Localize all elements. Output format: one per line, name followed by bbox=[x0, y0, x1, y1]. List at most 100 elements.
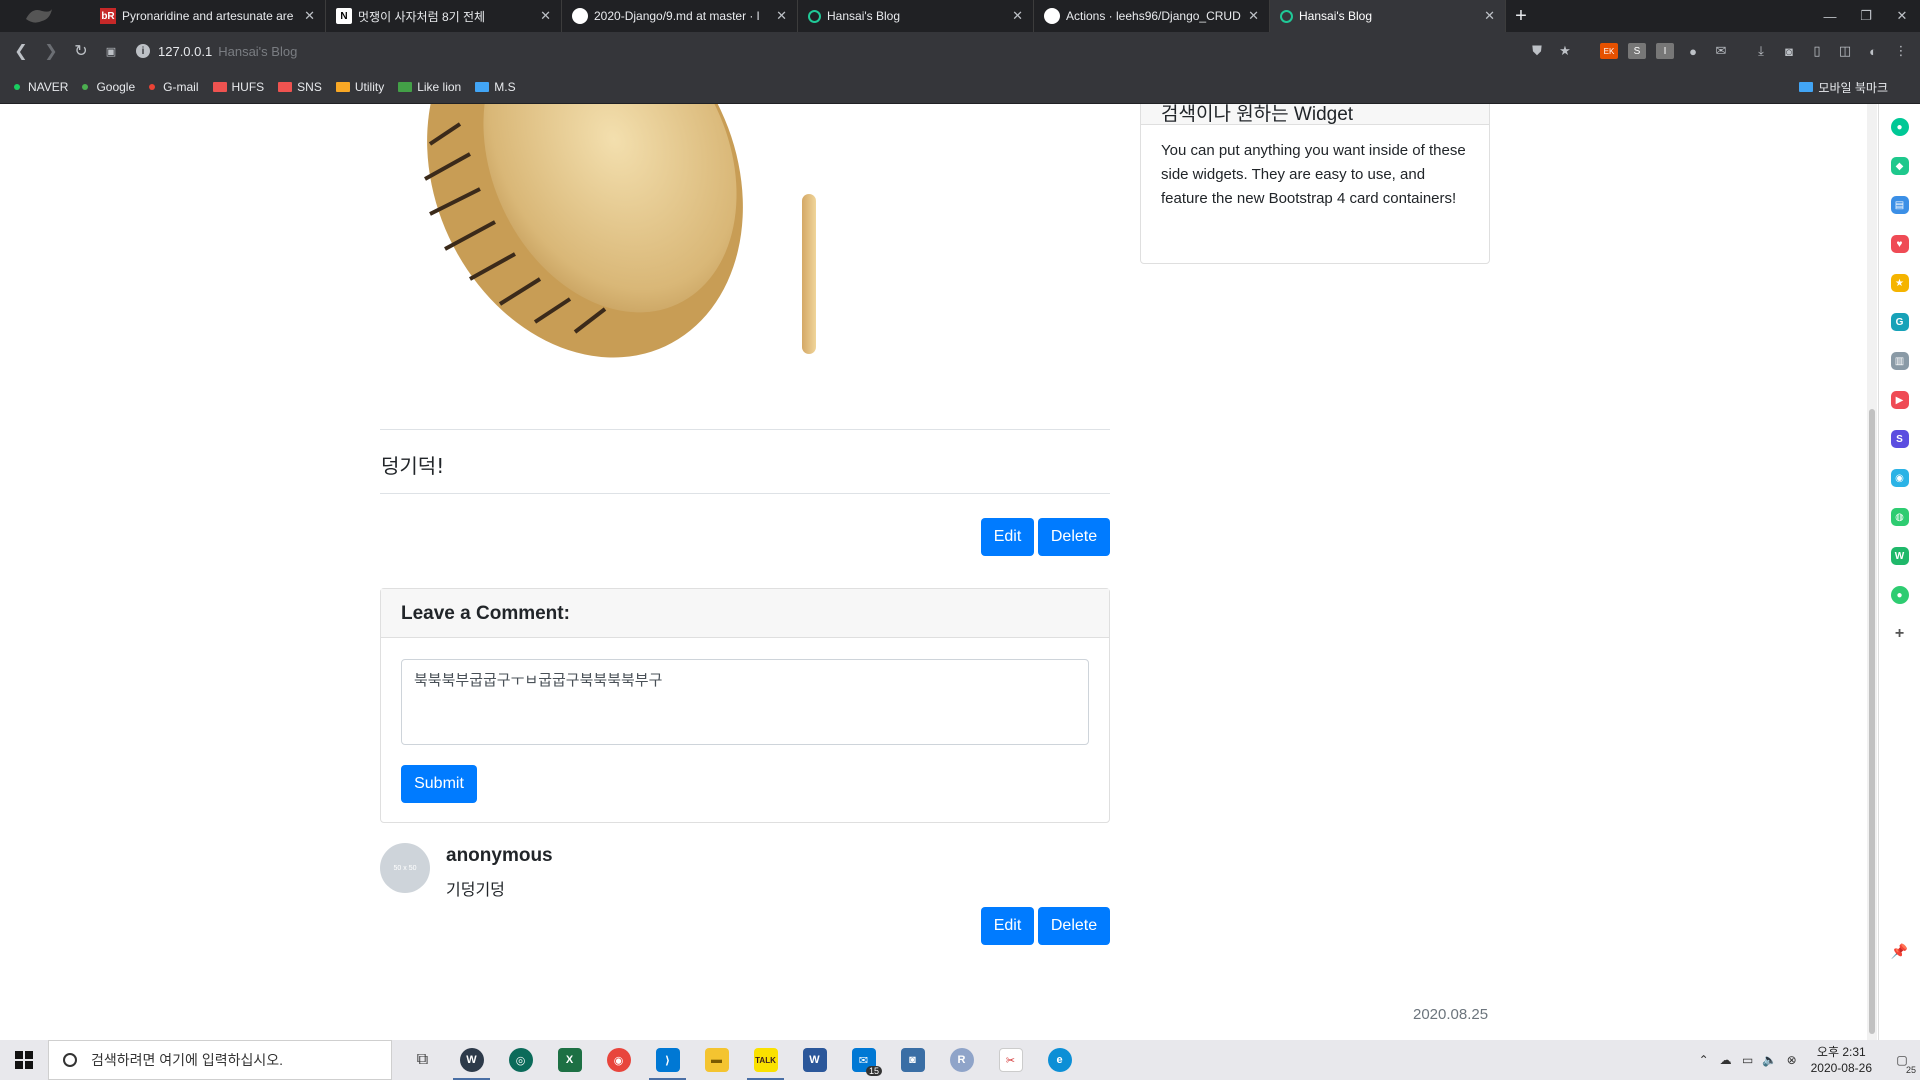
tab-3[interactable]: Hansai's Blog ✕ bbox=[798, 0, 1034, 32]
battery-icon[interactable]: ▭ bbox=[1737, 1053, 1759, 1067]
camera-icon[interactable]: ◙ bbox=[1780, 43, 1798, 59]
tab-0[interactable]: bR Pyronaridine and artesunate are ✕ bbox=[90, 0, 326, 32]
network-icon[interactable]: ⊗ bbox=[1781, 1053, 1803, 1067]
chat-icon[interactable]: ◉ bbox=[1890, 469, 1909, 487]
divider bbox=[380, 493, 1110, 494]
minimize-icon[interactable]: — bbox=[1812, 0, 1848, 32]
tab-2[interactable]: 2020-Django/9.md at master · l ✕ bbox=[562, 0, 798, 32]
reader-icon[interactable]: ▯ bbox=[1808, 43, 1826, 59]
excel-app-icon[interactable]: X bbox=[545, 1040, 594, 1080]
close-icon[interactable]: ✕ bbox=[1484, 8, 1495, 24]
comment-edit-button[interactable]: Edit bbox=[981, 907, 1034, 945]
chevron-up-icon[interactable]: ⌃ bbox=[1693, 1053, 1715, 1067]
onedrive-icon[interactable]: ☁ bbox=[1715, 1053, 1737, 1067]
bookmark-folder-utility[interactable]: Utility bbox=[335, 80, 384, 94]
profile-icon[interactable]: ◐ bbox=[1864, 43, 1882, 59]
bookmark-gmail[interactable]: G-mail bbox=[149, 80, 199, 94]
taskbar-search-input[interactable]: 검색하려면 여기에 입력하십시오. bbox=[48, 1040, 392, 1080]
close-icon[interactable]: ✕ bbox=[304, 8, 315, 24]
reload-icon[interactable]: ↻ bbox=[66, 41, 96, 61]
windows-start-icon[interactable] bbox=[0, 1040, 48, 1080]
tab-title: Hansai's Blog bbox=[827, 9, 900, 23]
tab-title: Actions · leehs96/Django_CRUD bbox=[1066, 9, 1241, 23]
vscode-app-icon[interactable]: ⟩ bbox=[643, 1040, 692, 1080]
notes-icon[interactable]: ▥ bbox=[1890, 352, 1909, 370]
extension-icon[interactable]: I bbox=[1656, 43, 1674, 59]
submit-button[interactable]: Submit bbox=[401, 765, 477, 803]
papago-icon[interactable]: ◍ bbox=[1890, 508, 1909, 526]
bookmark-google[interactable]: Google bbox=[82, 80, 135, 94]
post-image-drum bbox=[400, 104, 870, 372]
download-icon[interactable]: ⤓ bbox=[1752, 43, 1770, 59]
kakaotalk-app-icon[interactable]: TALK bbox=[741, 1040, 790, 1080]
pocket-icon[interactable]: ♥ bbox=[1890, 235, 1909, 253]
info-icon[interactable]: i bbox=[136, 44, 150, 58]
menu-icon[interactable]: ⋮ bbox=[1892, 43, 1910, 59]
file-explorer-app-icon[interactable]: ▬ bbox=[692, 1040, 741, 1080]
clock[interactable]: 오후 2:31 2020-08-26 bbox=[1811, 1044, 1872, 1076]
close-icon[interactable]: ✕ bbox=[1012, 8, 1023, 24]
mail-app-icon[interactable]: ✉ 15 bbox=[839, 1040, 888, 1080]
extension-icon[interactable]: ✉ bbox=[1712, 43, 1730, 59]
shield-icon[interactable]: ⛊ bbox=[1528, 43, 1546, 59]
extension-icon[interactable]: EK bbox=[1600, 43, 1618, 59]
tab-4[interactable]: Actions · leehs96/Django_CRUD ✕ bbox=[1034, 0, 1270, 32]
map-pin-icon[interactable]: ● bbox=[1890, 586, 1909, 604]
chrome-app-icon[interactable]: ◉ bbox=[594, 1040, 643, 1080]
pin-icon[interactable]: 📌 bbox=[1891, 942, 1909, 960]
tab-1[interactable]: N 멋쟁이 사자처럼 8기 전체 ✕ bbox=[326, 0, 562, 32]
bookmark-folder-hufs[interactable]: HUFS bbox=[212, 80, 264, 94]
side-widget-header: 검색이나 원하는 Widget bbox=[1141, 104, 1489, 125]
clock-date: 2020-08-26 bbox=[1810, 1061, 1872, 1075]
volume-mute-icon[interactable]: 🔈 bbox=[1759, 1053, 1781, 1067]
calendar-icon[interactable]: ▤ bbox=[1890, 196, 1909, 214]
star-icon[interactable]: ★ bbox=[1556, 43, 1574, 59]
video-icon[interactable]: ▶ bbox=[1890, 391, 1909, 409]
split-view-icon[interactable]: ◫ bbox=[1836, 43, 1854, 59]
app-icon[interactable]: ◙ bbox=[888, 1040, 937, 1080]
extension-icon[interactable]: ● bbox=[1684, 43, 1702, 59]
restore-icon[interactable]: ❐ bbox=[1848, 0, 1884, 32]
gitkraken-app-icon[interactable]: ◎ bbox=[496, 1040, 545, 1080]
naver-home-icon[interactable]: ▣ bbox=[96, 45, 126, 58]
tab-title: 2020-Django/9.md at master · l bbox=[594, 9, 760, 23]
translate-icon[interactable]: G bbox=[1890, 313, 1909, 331]
whale-logo-icon bbox=[0, 0, 90, 32]
r-app-icon[interactable]: R bbox=[937, 1040, 986, 1080]
extension-icon[interactable]: S bbox=[1628, 43, 1646, 59]
close-icon[interactable]: ✕ bbox=[776, 8, 787, 24]
bookmark-folder-sns[interactable]: SNS bbox=[278, 80, 322, 94]
page-scrollbar[interactable] bbox=[1867, 104, 1877, 1040]
whale-space-icon[interactable]: ● bbox=[1890, 118, 1909, 136]
new-tab-button[interactable]: + bbox=[1506, 0, 1536, 32]
snipping-tool-app-icon[interactable]: ✂ bbox=[986, 1040, 1035, 1080]
bookmark-naver[interactable]: NAVER bbox=[14, 80, 68, 94]
s-app-icon[interactable]: S bbox=[1890, 430, 1909, 448]
close-icon[interactable]: ✕ bbox=[1248, 8, 1259, 24]
messenger-icon[interactable]: ◆ bbox=[1890, 157, 1909, 175]
tab-5-active[interactable]: Hansai's Blog ✕ bbox=[1270, 0, 1506, 32]
post-edit-button[interactable]: Edit bbox=[981, 518, 1034, 556]
comment-delete-button[interactable]: Delete bbox=[1038, 907, 1110, 945]
add-icon[interactable]: + bbox=[1891, 625, 1909, 643]
favorites-icon[interactable]: ★ bbox=[1890, 274, 1909, 292]
whale-browser-app-icon[interactable]: W bbox=[447, 1040, 496, 1080]
webtoon-icon[interactable]: W bbox=[1890, 547, 1909, 565]
back-icon[interactable]: ❮ bbox=[6, 41, 36, 61]
close-icon[interactable]: ✕ bbox=[540, 8, 551, 24]
close-window-icon[interactable]: ✕ bbox=[1884, 0, 1920, 32]
post-delete-button[interactable]: Delete bbox=[1038, 518, 1110, 556]
notification-icon[interactable]: ▢ 25 bbox=[1884, 1053, 1920, 1075]
bookmark-folder-ms[interactable]: M.S bbox=[475, 80, 516, 94]
edge-app-icon[interactable]: e bbox=[1035, 1040, 1084, 1080]
comment-textarea[interactable]: 북북북부굽굽구ㅜㅂ굽굽구북북북북부구 bbox=[401, 659, 1089, 745]
search-icon bbox=[63, 1053, 77, 1067]
scrollbar-thumb[interactable] bbox=[1869, 409, 1875, 1034]
forward-icon[interactable]: ❯ bbox=[36, 41, 66, 61]
url-field[interactable]: i 127.0.0.1 Hansai's Blog bbox=[136, 44, 297, 59]
task-view-icon[interactable]: ⧉ bbox=[398, 1040, 447, 1080]
bookmark-folder-mobile[interactable]: 모바일 북마크 bbox=[1799, 70, 1888, 104]
page-content: 덩기덕! Edit Delete Leave a Comment: 북북북부굽굽… bbox=[0, 104, 1865, 1040]
bookmark-folder-like-lion[interactable]: Like lion bbox=[398, 80, 461, 94]
word-app-icon[interactable]: W bbox=[790, 1040, 839, 1080]
